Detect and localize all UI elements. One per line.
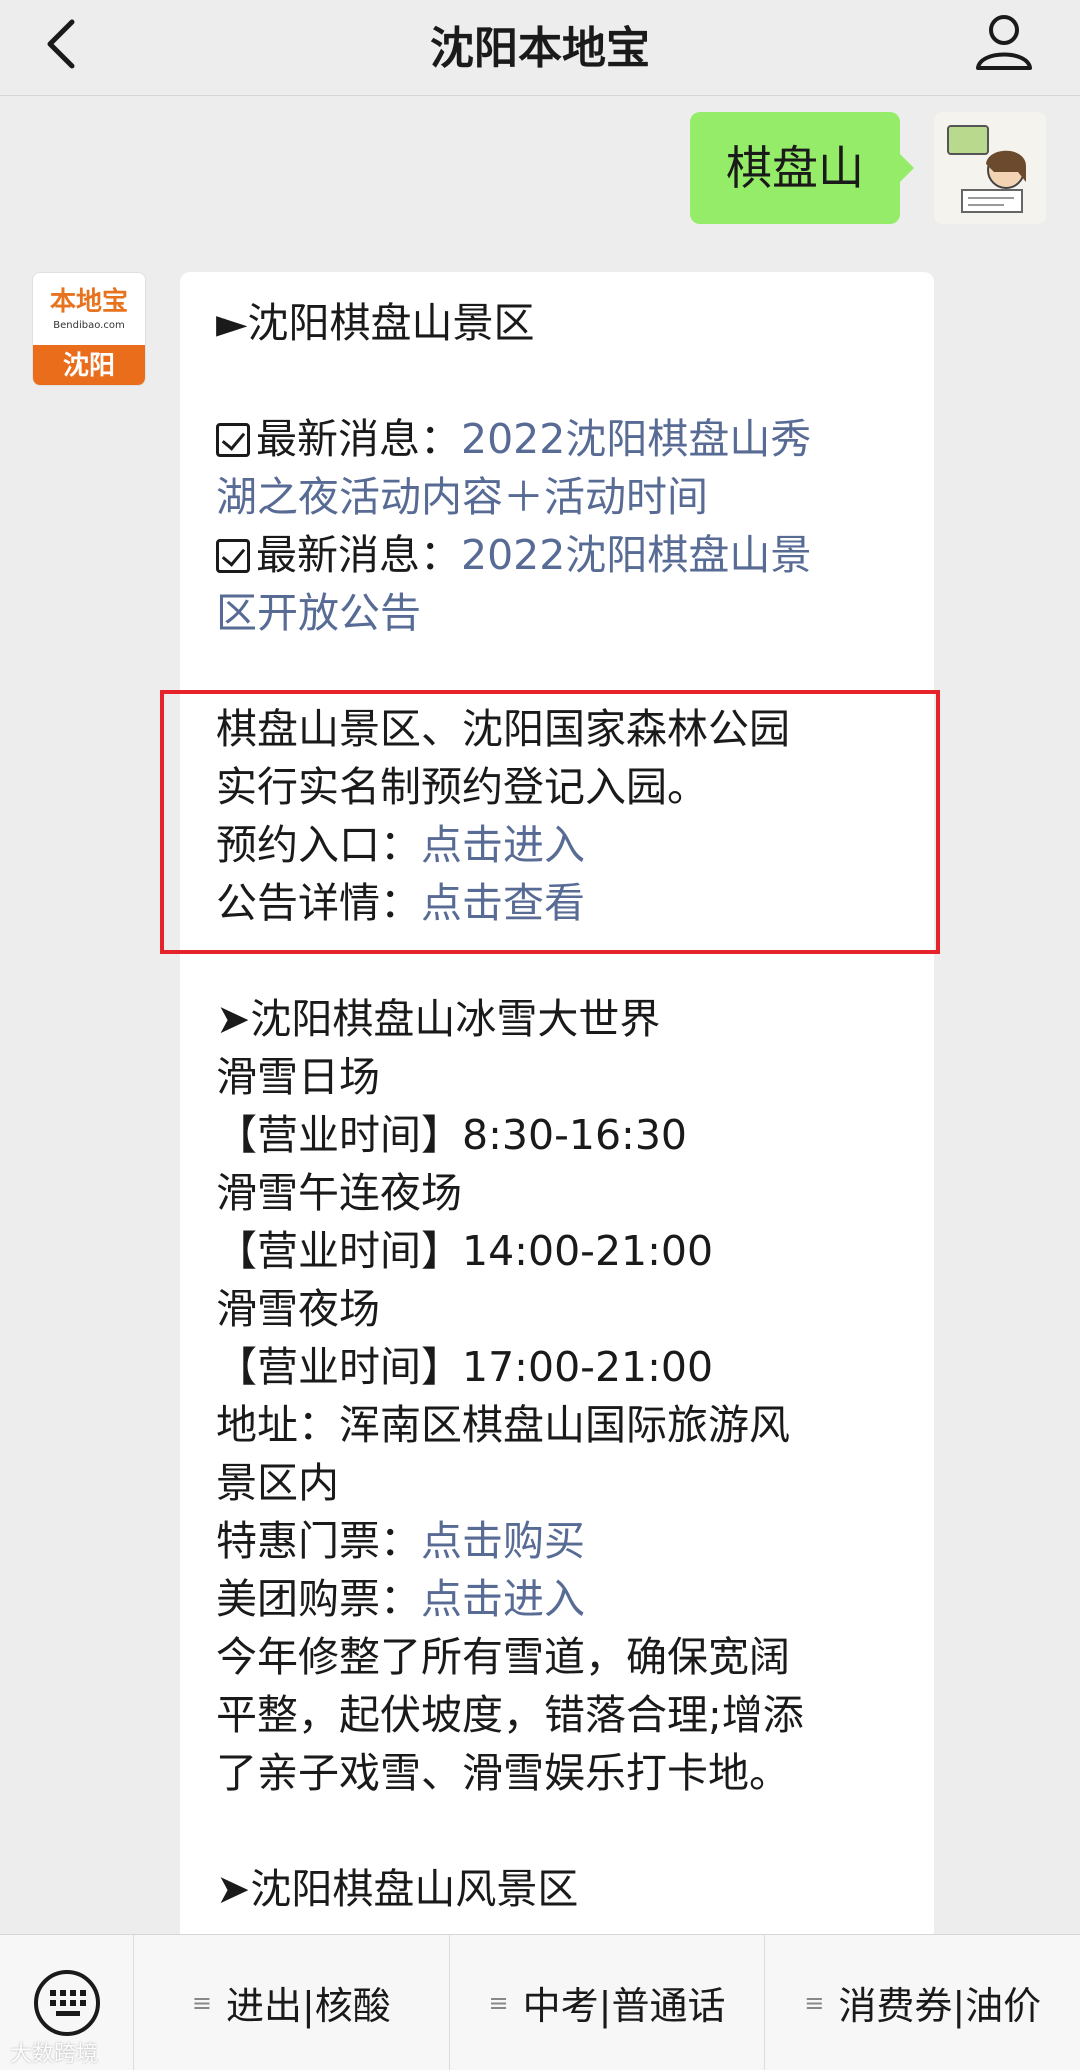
info-text: 【营业时间】17:00-21:00 xyxy=(216,1343,714,1391)
ticket-link[interactable]: 点击购买 xyxy=(421,1517,585,1565)
news-item: 最新消息：2022沈阳棋盘山秀 xyxy=(216,410,898,468)
description-text: 了亲子戏雪、滑雪娱乐打卡地。 xyxy=(216,1749,790,1797)
menu-lines-icon: ≡ xyxy=(804,1988,825,2017)
meituan-row: 美团购票：点击进入 xyxy=(216,1570,898,1628)
chat-header: 沈阳本地宝 xyxy=(0,0,1080,96)
menu-lines-icon: ≡ xyxy=(488,1988,509,2017)
info-text: 滑雪日场 xyxy=(216,1053,380,1101)
section-title: ➤沈阳棋盘山风景区 xyxy=(216,1865,579,1913)
address-text: 地址：浑南区棋盘山国际旅游风 xyxy=(216,1401,790,1449)
user-avatar[interactable] xyxy=(934,112,1046,224)
brand-site: Bendibao.com xyxy=(53,320,125,331)
info-text: 滑雪夜场 xyxy=(216,1285,380,1333)
bottom-menu-bar: ≡ 进出|核酸 ≡ 中考|普通话 ≡ 消费券|油价 xyxy=(0,1934,1080,2070)
news-link[interactable]: 湖之夜活动内容＋活动时间 xyxy=(216,468,898,526)
watermark: 大数跨境 xyxy=(10,2042,99,2067)
description-text: 平整，起伏坡度，错落合理;增添 xyxy=(216,1691,804,1739)
checkbox-icon xyxy=(216,539,250,573)
user-message-bubble[interactable]: 棋盘山 xyxy=(690,112,914,224)
menu-item-label: 进出|核酸 xyxy=(225,1984,391,2028)
menu-item-covid[interactable]: ≡ 进出|核酸 xyxy=(134,1935,450,2070)
menu-item-coupon[interactable]: ≡ 消费券|油价 xyxy=(765,1935,1080,2070)
profile-button[interactable] xyxy=(972,10,1036,74)
section-title: ►沈阳棋盘山景区 xyxy=(216,299,535,347)
info-text: 【营业时间】8:30-16:30 xyxy=(216,1111,688,1159)
news-link[interactable]: 区开放公告 xyxy=(216,584,898,642)
description-text: 今年修整了所有雪道，确保宽阔 xyxy=(216,1633,790,1681)
brand-logo: 本地宝 xyxy=(49,287,128,317)
news-label: 最新消息： xyxy=(256,415,461,463)
info-text: 滑雪午连夜场 xyxy=(216,1169,462,1217)
ticket-label: 特惠门票： xyxy=(216,1517,421,1565)
page-title: 沈阳本地宝 xyxy=(430,23,650,74)
section-title: ➤沈阳棋盘山冰雪大世界 xyxy=(216,995,661,1043)
ticket-row: 特惠门票：点击购买 xyxy=(216,1512,898,1570)
avatar-logo-area: 本地宝 Bendibao.com xyxy=(33,273,145,345)
brand-city: 沈阳 xyxy=(33,345,145,385)
news-label: 最新消息： xyxy=(256,531,461,579)
news-link[interactable]: 2022沈阳棋盘山景 xyxy=(461,531,811,579)
cartoon-avatar-icon xyxy=(934,112,1046,224)
menu-lines-icon: ≡ xyxy=(191,1988,212,2017)
news-link[interactable]: 2022沈阳棋盘山秀 xyxy=(461,415,811,463)
highlight-frame xyxy=(160,690,940,954)
bot-message-bubble: ►沈阳棋盘山景区 最新消息：2022沈阳棋盘山秀 湖之夜活动内容＋活动时间 最新… xyxy=(180,272,934,1934)
news-item: 最新消息：2022沈阳棋盘山景 xyxy=(216,526,898,584)
checkbox-icon xyxy=(216,423,250,457)
chat-area[interactable]: 棋盘山 本地宝 Bendibao.com 沈阳 ►沈阳棋盘山景区 最新消息：20… xyxy=(0,96,1080,1934)
menu-item-exam[interactable]: ≡ 中考|普通话 xyxy=(450,1935,766,2070)
meituan-label: 美团购票： xyxy=(216,1575,421,1623)
menu-item-label: 中考|普通话 xyxy=(522,1984,726,2028)
address-text: 景区内 xyxy=(216,1459,339,1507)
info-text: 【营业时间】14:00-21:00 xyxy=(216,1227,714,1275)
person-icon xyxy=(976,15,1032,70)
meituan-link[interactable]: 点击进入 xyxy=(421,1575,585,1623)
keyboard-icon xyxy=(33,1970,100,2036)
official-account-avatar[interactable]: 本地宝 Bendibao.com 沈阳 xyxy=(32,272,146,386)
menu-item-label: 消费券|油价 xyxy=(838,1984,1042,2028)
